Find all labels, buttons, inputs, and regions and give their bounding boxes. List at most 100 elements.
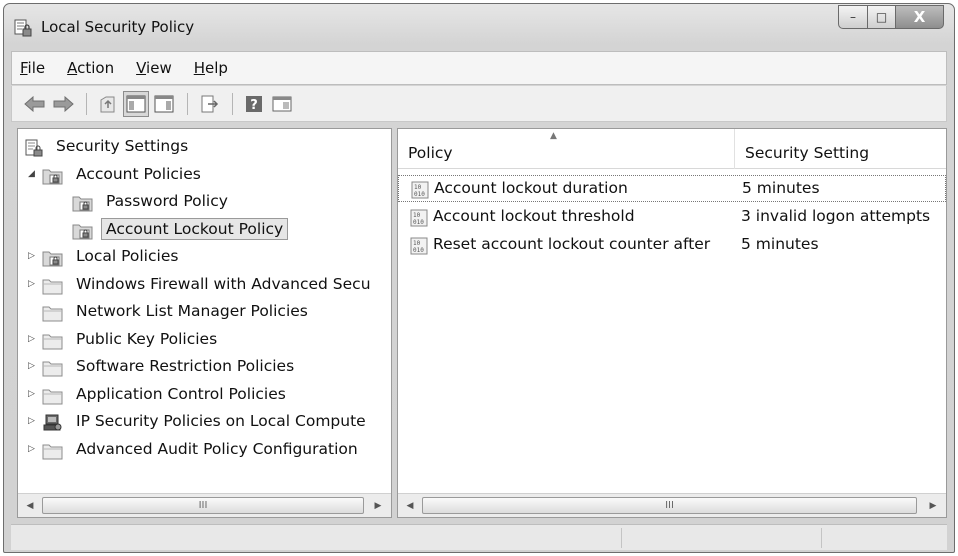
tree-item[interactable]: ▷ Application Control Policies: [18, 383, 391, 411]
policy-setting-icon: 10010: [410, 209, 428, 227]
tree-horizontal-scrollbar[interactable]: ◀ III ▶: [18, 493, 391, 517]
properties-button[interactable]: [269, 91, 295, 117]
tree-item-label: Network List Manager Policies: [76, 302, 308, 320]
toolbar: ?: [11, 86, 947, 122]
scroll-thumb[interactable]: III: [42, 497, 364, 514]
policy-name: Account lockout duration: [434, 179, 628, 197]
export-list-button[interactable]: [196, 91, 222, 117]
svg-text:?: ?: [250, 98, 258, 113]
help-button[interactable]: ?: [241, 91, 267, 117]
main-window: Local Security Policy – □ X File Action …: [3, 3, 955, 553]
expand-arrow-icon[interactable]: ▷: [28, 334, 40, 344]
close-icon: X: [913, 8, 926, 26]
folder-icon: [42, 386, 64, 406]
show-hide-console-tree-button[interactable]: [123, 90, 149, 117]
folder-icon: [42, 331, 64, 351]
maximize-button[interactable]: □: [868, 5, 896, 29]
security-settings-icon: [24, 138, 46, 158]
scroll-grip-icon: III: [198, 500, 208, 511]
menu-bar: File Action View Help: [11, 51, 947, 85]
back-icon: [24, 95, 45, 112]
policy-folder-icon: [42, 248, 64, 268]
list-row[interactable]: 10 010 Account lockout threshold 3 invali…: [398, 204, 946, 231]
collapse-arrow-icon[interactable]: ◢: [28, 169, 40, 179]
menu-view[interactable]: View: [136, 59, 172, 77]
policy-setting: 3 invalid logon attempts: [741, 207, 931, 225]
list-row[interactable]: 10 010 Account lockout duration 5 minutes: [398, 175, 946, 202]
policy-setting: 5 minutes: [742, 179, 820, 197]
svg-text:10: 10: [413, 240, 421, 247]
scroll-thumb[interactable]: III: [422, 497, 917, 514]
menu-help-accel: H: [193, 59, 205, 77]
tree-item[interactable]: Password Policy: [18, 190, 391, 218]
expand-arrow-icon[interactable]: ▷: [28, 444, 40, 454]
status-divider: [621, 528, 622, 548]
tree-item[interactable]: ▷ Software Restriction Policies: [18, 355, 391, 383]
tree-item-label: Application Control Policies: [76, 384, 286, 403]
menu-action-rest: ction: [77, 59, 115, 77]
tree-item-label: Account Policies: [76, 164, 201, 183]
minimize-button[interactable]: –: [838, 5, 868, 29]
menu-help[interactable]: Help: [194, 59, 228, 77]
minimize-icon: –: [850, 10, 856, 24]
action-pane-icon: [154, 95, 174, 112]
policy-name: Reset account lockout counter after: [433, 235, 711, 253]
list-row[interactable]: 10 010 Reset account lockout counter afte…: [398, 232, 946, 259]
scroll-left-arrow-icon[interactable]: ◀: [21, 497, 39, 515]
tree-item[interactable]: ▷ Local Policies: [18, 245, 391, 273]
expand-arrow-icon[interactable]: ▷: [28, 279, 40, 289]
expand-arrow-icon[interactable]: ▷: [28, 416, 40, 426]
scroll-right-arrow-icon[interactable]: ▶: [369, 497, 387, 515]
toolbar-separator: [232, 92, 233, 115]
tree-item[interactable]: ▷ Windows Firewall with Advanced Secu: [18, 273, 391, 301]
scroll-right-arrow-icon[interactable]: ▶: [924, 497, 942, 515]
policy-folder-icon: [42, 166, 64, 186]
tree-item-label: Public Key Policies: [76, 329, 218, 348]
policy-setting-icon: 10010: [410, 237, 428, 255]
expand-arrow-icon[interactable]: ▷: [28, 389, 40, 399]
policy-folder-icon: [72, 221, 94, 241]
tree-item[interactable]: Network List Manager Policies: [18, 300, 391, 328]
menu-file-accel: F: [20, 59, 28, 77]
back-button[interactable]: [22, 91, 48, 117]
column-header-policy[interactable]: ▲ Policy: [398, 129, 735, 169]
tree-item[interactable]: Account Lockout Policy: [18, 217, 391, 246]
tree-item-label: Advanced Audit Policy Configuration: [76, 439, 358, 458]
svg-text:010: 010: [414, 191, 425, 198]
tree-item[interactable]: ▷ Advanced Audit Policy Configuration: [18, 438, 391, 466]
scroll-grip-icon: III: [665, 500, 674, 511]
folder-icon: [42, 276, 64, 296]
tree-item-label: Security Settings: [56, 137, 189, 155]
menu-view-accel: V: [136, 59, 147, 77]
tree-item[interactable]: Security Settings: [18, 135, 391, 163]
action-pane-button[interactable]: [151, 91, 177, 117]
expand-arrow-icon[interactable]: ▷: [28, 361, 40, 371]
list-horizontal-scrollbar[interactable]: ◀ III ▶: [398, 493, 946, 517]
close-button[interactable]: X: [896, 5, 944, 29]
up-one-level-button[interactable]: [95, 91, 121, 117]
expand-arrow-icon[interactable]: ▷: [28, 251, 40, 261]
menu-action[interactable]: Action: [67, 59, 114, 77]
menu-help-rest: elp: [205, 59, 228, 77]
title-bar[interactable]: Local Security Policy – □ X: [4, 4, 954, 48]
tree-item-label: IP Security Policies on Local Compute: [76, 412, 366, 430]
window-title: Local Security Policy: [41, 18, 195, 36]
tree-item[interactable]: ▷ IP Security Policies on Local Compute: [18, 410, 391, 438]
console-tree-pane: Security Settings ◢ Account Policies Passwo…: [17, 128, 392, 518]
folder-icon: [42, 358, 64, 378]
tree-item[interactable]: ◢ Account Policies: [18, 163, 391, 191]
up-folder-icon: [100, 96, 115, 112]
folder-icon: [42, 303, 64, 323]
menu-file[interactable]: File: [20, 59, 45, 77]
forward-button[interactable]: [50, 91, 76, 117]
tree-item[interactable]: ▷ Public Key Policies: [18, 328, 391, 356]
toolbar-separator: [86, 92, 87, 115]
column-header-setting-label: Security Setting: [745, 144, 870, 162]
policy-setting-icon: 10010: [411, 181, 429, 199]
maximize-icon: □: [875, 10, 888, 24]
caption-buttons: – □ X: [838, 5, 944, 29]
column-header-security-setting[interactable]: Security Setting: [735, 129, 946, 169]
svg-text:010: 010: [413, 219, 424, 226]
scroll-left-arrow-icon[interactable]: ◀: [401, 497, 419, 515]
tree-item-label: Local Policies: [76, 247, 179, 265]
